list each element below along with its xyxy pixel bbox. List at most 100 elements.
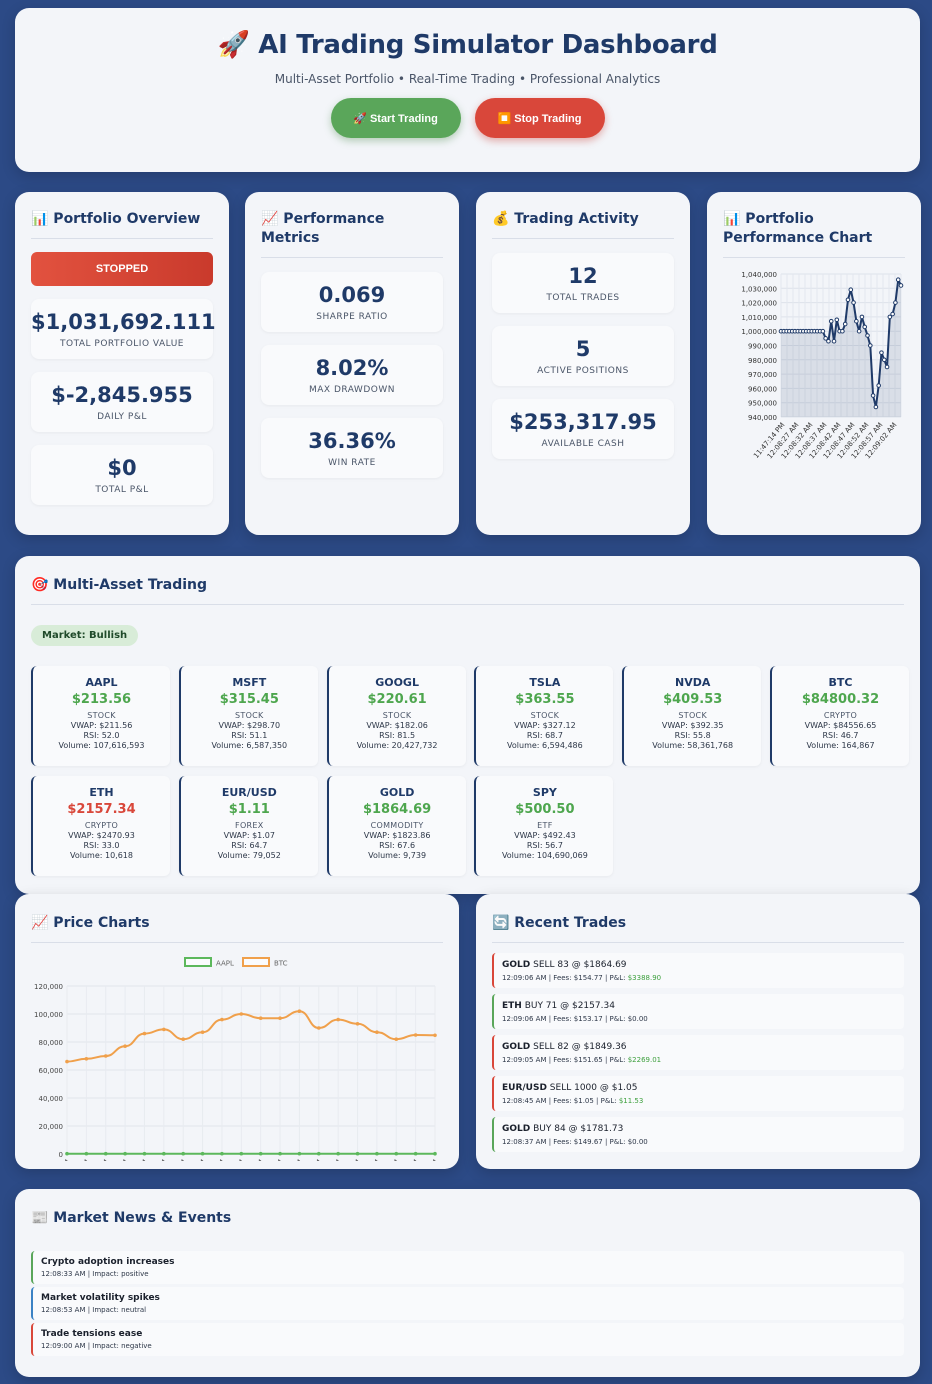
x-tick-label: 12:09:01 AM [308, 1158, 343, 1161]
asset-volume: Volume: 6,587,350 [211, 741, 288, 750]
y-tick-label: 940,000 [748, 414, 777, 422]
data-point [828, 318, 834, 324]
price-charts-title: 📈 Price Charts [31, 914, 443, 943]
asset-price: $363.55 [515, 692, 575, 707]
asset-volume: Volume: 9,739 [368, 851, 427, 860]
asset-card[interactable]: EUR/USD $1.11 FOREX VWAP: $1.07 RSI: 64.7 Vol… [178, 776, 318, 876]
asset-rsi: RSI: 67.6 [379, 841, 416, 850]
data-point [876, 383, 881, 388]
asset-vwap: VWAP: $2470.93 [68, 831, 135, 840]
asset-rsi: RSI: 64.7 [231, 841, 268, 850]
asset-card[interactable]: GOLD $1864.69 COMMODITY VWAP: $1823.86 RSI: … [326, 776, 466, 876]
data-point [336, 1151, 340, 1156]
data-point [258, 1016, 263, 1020]
asset-card[interactable]: NVDA $409.53 STOCK VWAP: $392.35 RSI: 55.8 Vo… [622, 666, 762, 766]
total-trades: 12 [568, 264, 598, 288]
market-news-title: 📰 Market News & Events [31, 1210, 232, 1226]
available-cash-label: AVAILABLE CASH [541, 439, 625, 449]
data-point [433, 1033, 437, 1038]
data-point [845, 297, 851, 303]
y-tick-label: 1,010,000 [741, 314, 777, 322]
x-tick-label: 12:08:51 AM [114, 1158, 149, 1161]
asset-card[interactable]: SPY $500.50 ETF VWAP: $492.43 RSI: 56.7 Volum… [474, 776, 614, 876]
asset-symbol: ETH [89, 786, 114, 799]
asset-card[interactable]: GOOGL $220.61 STOCK VWAP: $182.06 RSI: 81.5 V… [326, 666, 466, 766]
news-meta: 12:08:33 AM | Impact: positive [41, 1270, 149, 1278]
data-point [200, 1030, 205, 1034]
y-tick-label: 1,020,000 [741, 300, 777, 308]
data-point [297, 1151, 302, 1156]
news-item: Market volatility spikes 12:08:53 AM | Im… [31, 1287, 904, 1320]
data-point [848, 287, 854, 293]
multi-asset-title: 🎯 Multi-Asset Trading [31, 576, 904, 605]
asset-vwap: VWAP: $84556.65 [804, 721, 877, 730]
y-tick-label: 100,000 [34, 1011, 63, 1019]
y-tick-label: 950,000 [748, 400, 777, 408]
x-tick-label: 12:08:50 AM [95, 1158, 130, 1161]
active-positions-box: 5 ACTIVE POSITIONS [492, 326, 674, 386]
asset-card[interactable]: MSFT $315.45 STOCK VWAP: $298.70 RSI: 51.1 Vo… [178, 666, 318, 766]
x-tick-label: 12:08:54 AM [172, 1158, 207, 1161]
data-point [65, 1059, 69, 1064]
asset-symbol: EUR/USD [221, 786, 277, 799]
news-headline: Market volatility spikes [41, 1293, 160, 1303]
trade-meta: 12:09:06 AM | Fees: $153.17 | P&L: [502, 1015, 628, 1023]
asset-price: $220.61 [367, 692, 427, 707]
news-meta: 12:09:00 AM | Impact: negative [41, 1342, 152, 1350]
trade-pnl: $3388.90 [627, 974, 662, 982]
news-meta: 12:08:53 AM | Impact: neutral [41, 1306, 147, 1314]
trade-meta: 12:08:45 AM | Fees: $1.05 | P&L: [502, 1097, 619, 1105]
asset-price: $315.45 [219, 692, 279, 707]
asset-volume: Volume: 104,690,069 [501, 851, 588, 860]
asset-card[interactable]: BTC $84800.32 CRYPTO VWAP: $84556.65 RSI: 46… [770, 666, 909, 766]
y-tick-label: 120,000 [34, 983, 63, 991]
performance-metrics-title: 📈 Performance Metrics [261, 210, 443, 258]
x-tick-label: 12:09:00 AM [289, 1158, 324, 1161]
data-point [181, 1037, 186, 1041]
asset-symbol: GOLD [379, 786, 415, 799]
y-tick-label: 960,000 [748, 385, 777, 393]
asset-volume: Volume: 164,867 [806, 741, 875, 750]
asset-vwap: VWAP: $1823.86 [363, 831, 431, 840]
y-tick-label: 1,040,000 [741, 271, 777, 279]
asset-card[interactable]: ETH $2157.34 CRYPTO VWAP: $2470.93 RSI: 33.0… [31, 776, 170, 876]
data-point [375, 1151, 379, 1156]
data-point [851, 300, 856, 305]
data-point [278, 1151, 282, 1156]
data-point [840, 328, 845, 334]
daily-pnl: $-2,845.955 [51, 383, 193, 407]
trade-meta: 12:09:05 AM | Fees: $151.65 | P&L: [502, 1056, 628, 1064]
data-point [862, 324, 868, 330]
available-cash: $253,317.95 [509, 410, 657, 434]
portfolio-overview-card: 📊 Portfolio Overview STOPPED $1,031,692.… [15, 192, 229, 535]
total-value-label: TOTAL PORTFOLIO VALUE [60, 339, 184, 349]
data-point [854, 318, 859, 324]
x-tick-label: 12:08:56 AM [211, 1158, 246, 1161]
x-tick-label: 12:08:58 AM [250, 1158, 285, 1161]
asset-card[interactable]: AAPL $213.56 STOCK VWAP: $211.56 RSI: 52.0 Vo… [31, 666, 170, 766]
data-point [239, 1151, 244, 1156]
y-tick-label: 980,000 [748, 357, 777, 365]
data-point [181, 1151, 186, 1156]
stop-trading-button[interactable]: ⏹️ Stop Trading [474, 98, 605, 138]
drawdown-box: 8.02% MAX DRAWDOWN [261, 345, 443, 405]
x-tick-label: 12:09:03 AM [347, 1158, 382, 1161]
asset-vwap: VWAP: $492.43 [514, 831, 576, 840]
total-trades-label: TOTAL TRADES [546, 293, 620, 303]
sharpe-ratio-label: SHARPE RATIO [316, 312, 388, 322]
x-tick-label: 12:09:05 AM [385, 1158, 420, 1161]
data-point [65, 1151, 69, 1156]
asset-vwap: VWAP: $327.12 [514, 721, 576, 730]
data-point [142, 1031, 147, 1036]
asset-symbol: BTC [828, 676, 853, 689]
daily-pnl-box: $-2,845.955 DAILY P&L [31, 372, 213, 432]
asset-card[interactable]: TSLA $363.55 STOCK VWAP: $327.12 RSI: 68.7 Vo… [474, 666, 614, 766]
x-tick-label: 12:08:59 AM [269, 1158, 304, 1161]
total-value-box: $1,031,692.111 TOTAL PORTFOLIO VALUE [31, 299, 216, 359]
data-point [826, 338, 831, 344]
trade-action: SELL 82 @ $1849.36 [530, 1042, 627, 1052]
trade-item: GOLD SELL 83 @ $1864.69 12:09:06 AM | Fee… [492, 953, 904, 988]
data-point [355, 1022, 360, 1026]
start-trading-button[interactable]: 🚀 Start Trading [330, 98, 461, 138]
asset-vwap: VWAP: $392.35 [661, 721, 724, 730]
